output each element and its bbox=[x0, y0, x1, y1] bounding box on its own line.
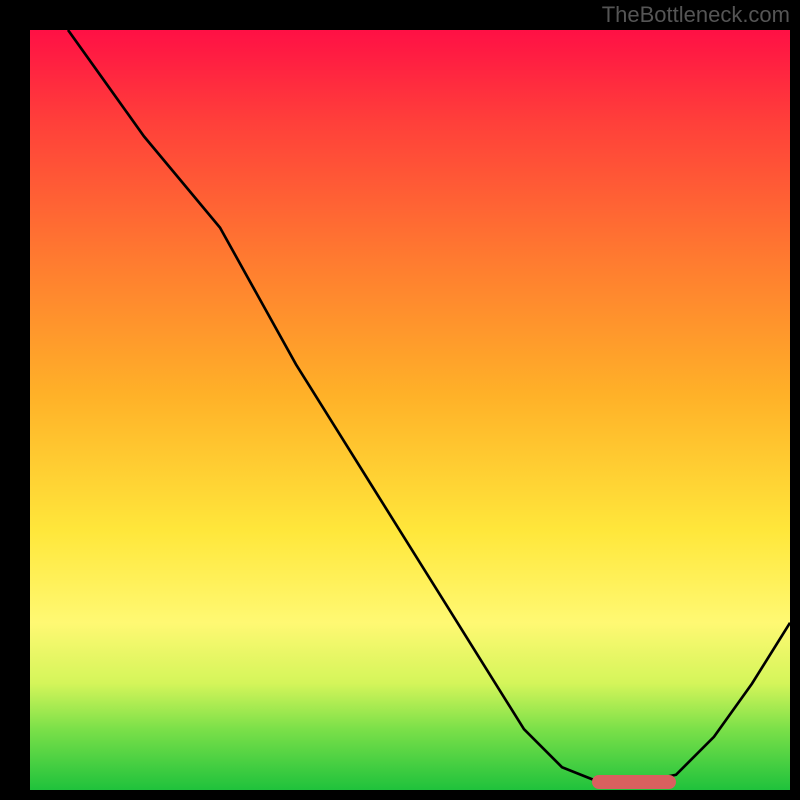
curve-svg bbox=[30, 30, 790, 790]
curve-path bbox=[68, 30, 790, 782]
optimum-marker bbox=[592, 775, 676, 789]
plot-area bbox=[30, 30, 790, 790]
chart-frame: TheBottleneck.com bbox=[0, 0, 800, 800]
watermark-text: TheBottleneck.com bbox=[602, 2, 790, 28]
